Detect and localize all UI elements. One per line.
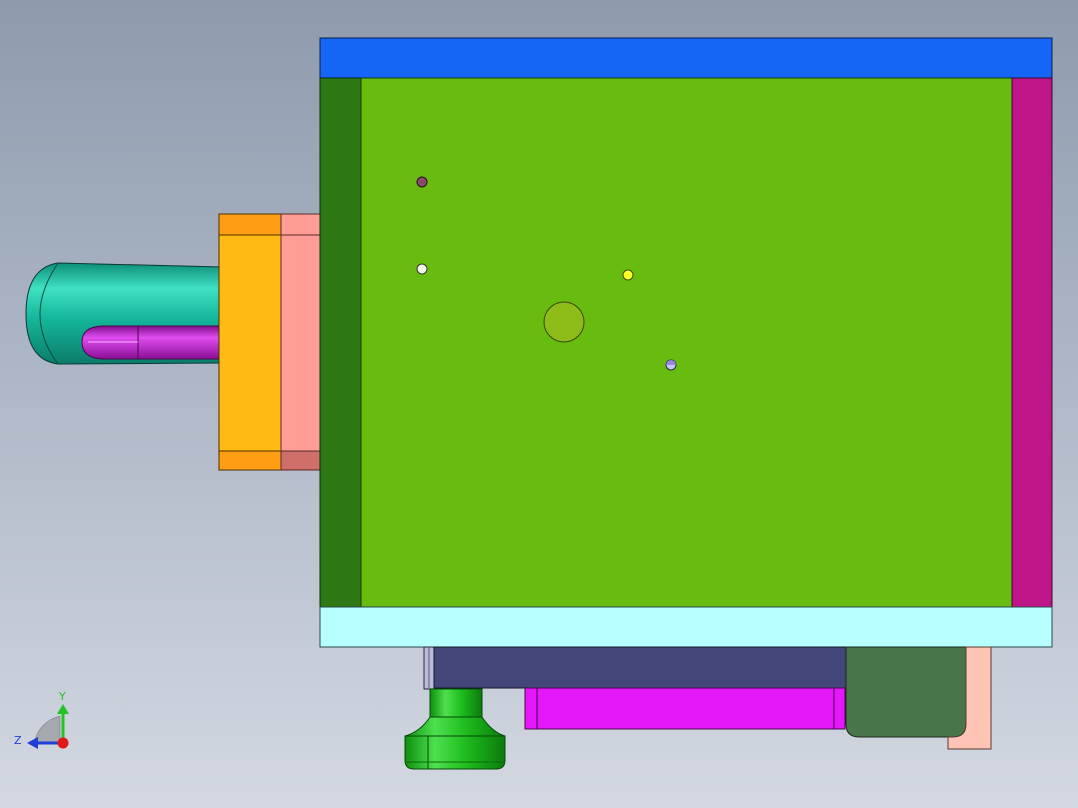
magenta-rod[interactable] [81,325,223,360]
hole-marker-bicolor[interactable] [665,359,677,371]
hole-marker-yellow[interactable] [622,269,634,281]
sprue-circle[interactable] [543,301,585,343]
triad-y-label: Y [58,690,66,703]
right-side-strip [1011,77,1053,608]
top-plate [319,37,1053,79]
model-view[interactable]: Y Z [0,0,1078,808]
bottom-plate [319,606,1053,648]
dark-green-block[interactable] [845,646,967,738]
left-side-strip [319,77,362,608]
hole-marker-white[interactable] [416,263,428,275]
green-core-plate [360,77,1013,608]
cad-viewport[interactable]: Y Z [0,0,1078,808]
green-knob[interactable] [404,688,506,770]
hole-marker-dark[interactable] [416,176,428,188]
purple-bar[interactable] [524,687,846,730]
pink-flange-block[interactable] [280,213,322,471]
coordinate-triad-icon: Y Z [14,690,69,749]
mold-body[interactable] [319,37,1053,648]
ejector-pin[interactable] [423,646,435,690]
dark-blue-block[interactable] [433,646,847,689]
triad-z-label: Z [14,734,22,747]
orange-flange-block[interactable] [218,213,282,471]
